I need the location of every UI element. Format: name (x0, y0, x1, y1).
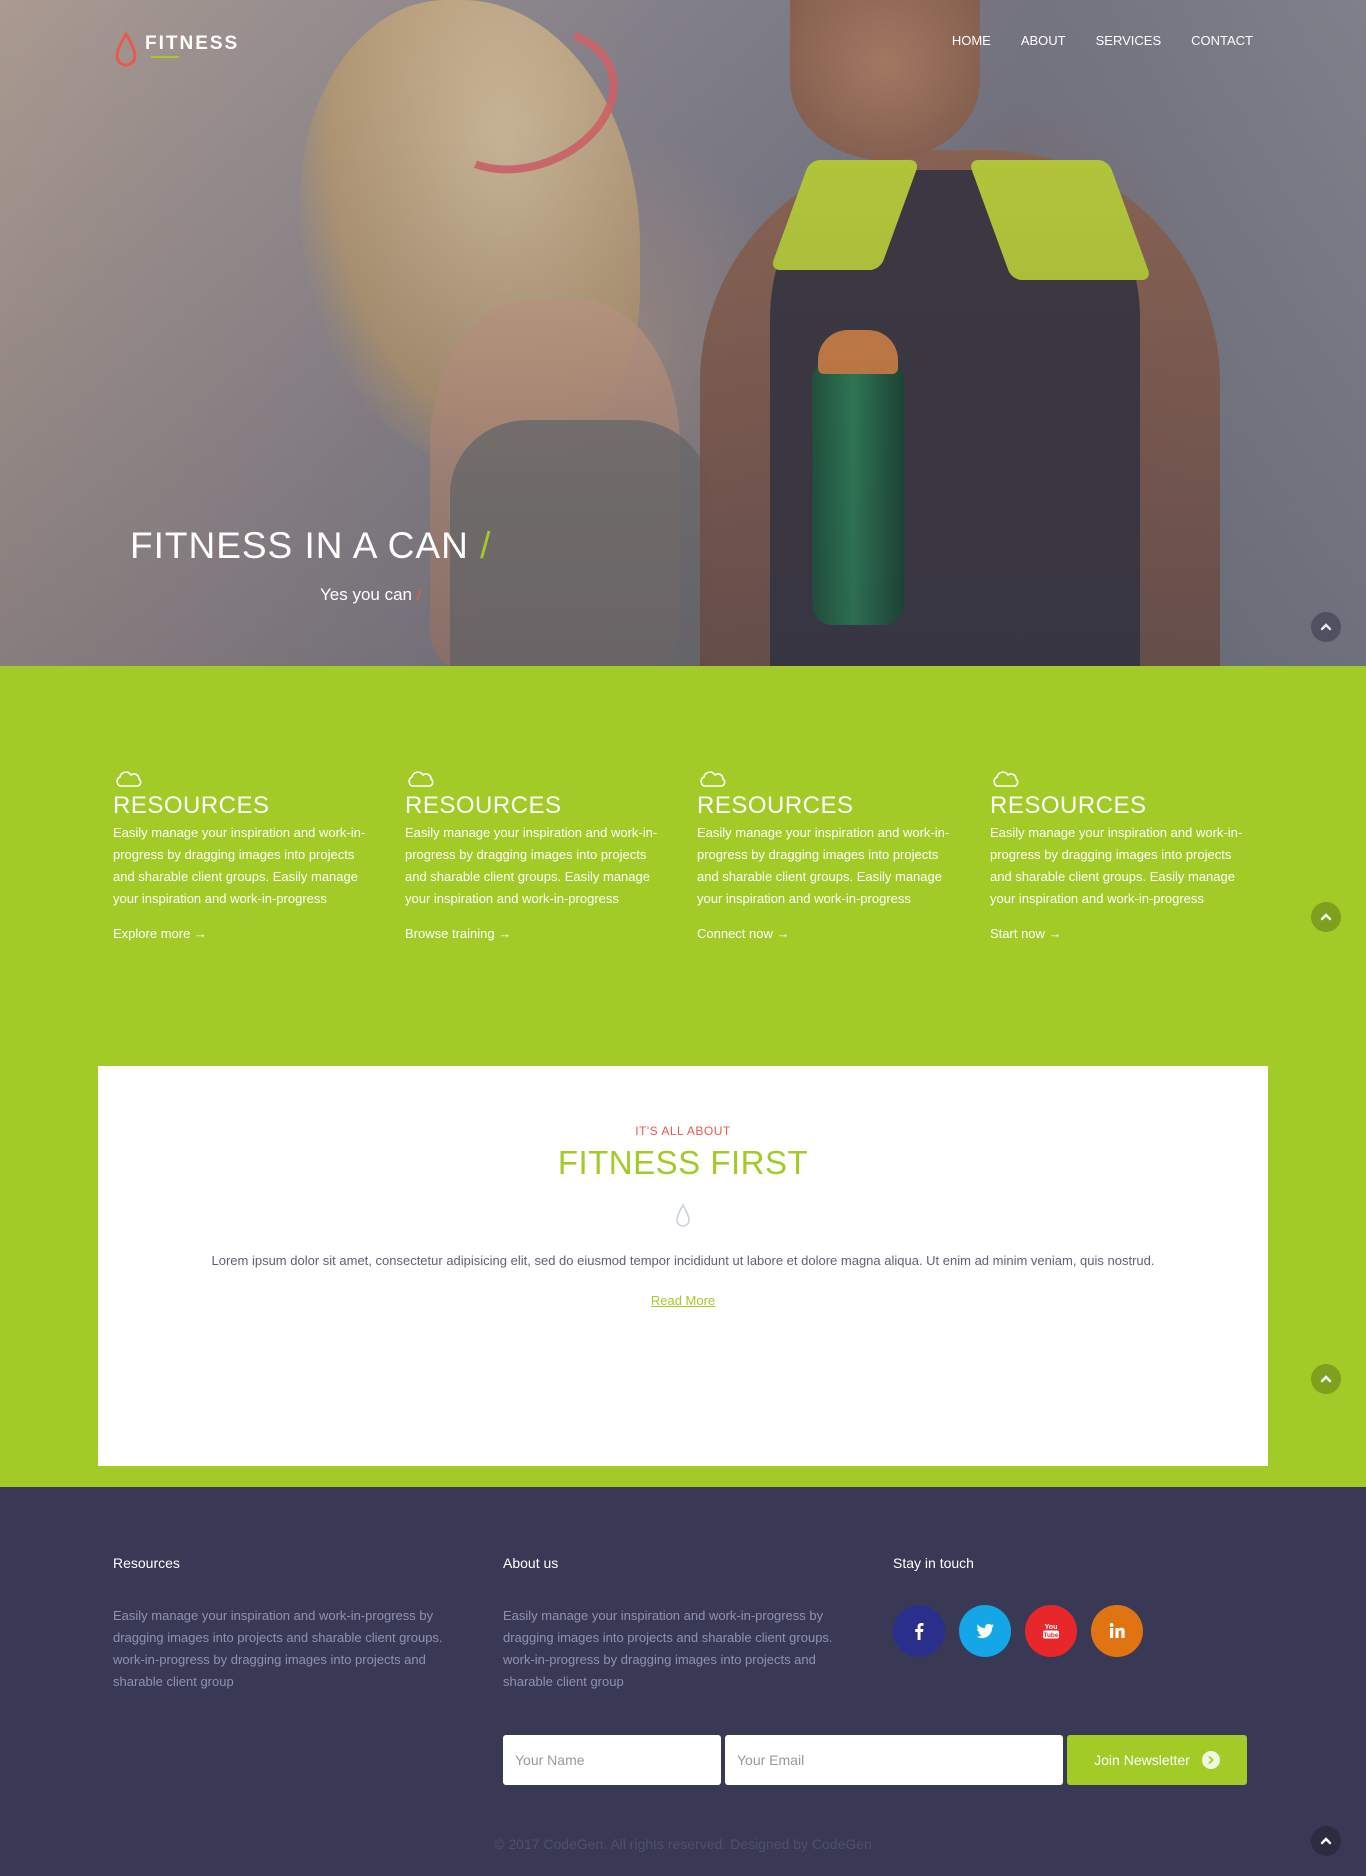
join-newsletter-label: Join Newsletter (1094, 1752, 1190, 1768)
cloud-icon (408, 771, 434, 787)
facebook-button[interactable] (893, 1605, 945, 1657)
social-links: You Tube (893, 1605, 1233, 1657)
feature-link-browse[interactable]: Browse training → (405, 926, 670, 941)
hero-title-text: FITNESS IN A CAN (130, 525, 469, 566)
feature-card: RESOURCES Easily manage your inspiration… (405, 770, 670, 941)
nav-about[interactable]: ABOUT (1021, 33, 1066, 48)
drop-icon (676, 1203, 690, 1227)
twitter-icon (976, 1623, 994, 1639)
hero-title: FITNESS IN A CAN / (130, 525, 491, 567)
feature-link-connect[interactable]: Connect now → (697, 926, 962, 941)
feature-title: RESOURCES (697, 792, 854, 819)
nav-contact[interactable]: CONTACT (1191, 33, 1253, 48)
feature-card: RESOURCES Easily manage your inspiration… (990, 770, 1255, 941)
youtube-icon: YouTube (1043, 1624, 1059, 1639)
nav-home[interactable]: HOME (952, 33, 991, 48)
hero-subtitle-text: Yes you can (320, 585, 412, 604)
footer-resources: Resources Easily manage your inspiration… (113, 1555, 453, 1693)
footer-social-heading: Stay in touch (893, 1555, 974, 1571)
about-text: Lorem ipsum dolor sit amet, consectetur … (211, 1253, 1155, 1268)
email-input[interactable] (725, 1735, 1063, 1785)
arrow-right-icon (1201, 1751, 1220, 1769)
facebook-icon (915, 1623, 924, 1640)
footer-about-text: Easily manage your inspiration and work-… (503, 1608, 833, 1689)
feature-title: RESOURCES (113, 792, 270, 819)
hero-subtitle-slash: / (416, 585, 422, 604)
footer-social: Stay in touch You Tube (893, 1555, 1233, 1657)
join-newsletter-button[interactable]: Join Newsletter (1067, 1735, 1247, 1785)
footer-about-heading: About us (503, 1555, 559, 1571)
hero-section: FITNESS HOME ABOUT SERVICES CONTACT FITN… (0, 0, 1366, 666)
feature-text: Easily manage your inspiration and work-… (697, 825, 950, 906)
cloud-icon (993, 771, 1019, 787)
logo[interactable]: FITNESS (113, 30, 239, 70)
name-input[interactable] (503, 1735, 721, 1785)
about-link-wrap: Read More (98, 1292, 1268, 1310)
feature-title: RESOURCES (990, 792, 1147, 819)
footer-resources-text: Easily manage your inspiration and work-… (113, 1608, 443, 1689)
linkedin-icon (1109, 1623, 1125, 1638)
chevron-up-icon (1320, 913, 1332, 921)
hero-title-slash: / (480, 525, 492, 566)
chevron-up-icon (1320, 1837, 1332, 1845)
feature-text: Easily manage your inspiration and work-… (990, 825, 1243, 906)
feature-text: Easily manage your inspiration and work-… (405, 825, 658, 906)
scroll-up-button[interactable] (1311, 902, 1341, 932)
scroll-up-button[interactable] (1311, 1364, 1341, 1394)
chevron-up-icon (1320, 623, 1332, 631)
hero-subtitle: Yes you can / (320, 585, 421, 605)
main-nav: HOME ABOUT SERVICES CONTACT (952, 33, 1253, 48)
read-more-link[interactable]: Read More (651, 1293, 715, 1308)
scroll-up-button[interactable] (1311, 1826, 1341, 1856)
newsletter-form: Join Newsletter (503, 1735, 1247, 1785)
linkedin-button[interactable] (1091, 1605, 1143, 1657)
features-section: RESOURCES Easily manage your inspiration… (0, 666, 1366, 1066)
twitter-button[interactable] (959, 1605, 1011, 1657)
svg-text:Tube: Tube (1043, 1632, 1058, 1639)
feature-link-explore[interactable]: Explore more → (113, 926, 378, 941)
cloud-icon (116, 771, 142, 787)
youtube-button[interactable]: You Tube (1025, 1605, 1077, 1657)
feature-card: RESOURCES Easily manage your inspiration… (113, 770, 378, 941)
svg-text:You: You (1045, 1624, 1058, 1631)
nav-services[interactable]: SERVICES (1096, 33, 1162, 48)
scroll-up-button[interactable] (1311, 612, 1341, 642)
chevron-up-icon (1320, 1375, 1332, 1383)
feature-text: Easily manage your inspiration and work-… (113, 825, 366, 906)
feature-title: RESOURCES (405, 792, 562, 819)
about-title: FITNESS FIRST (557, 1144, 809, 1181)
feature-link-start[interactable]: Start now → (990, 926, 1255, 941)
logo-text: FITNESS (145, 33, 240, 54)
footer-resources-heading: Resources (113, 1555, 180, 1571)
copyright: © 2017 CodeGen. All rights reserved. Des… (494, 1836, 872, 1852)
feature-card: RESOURCES Easily manage your inspiration… (697, 770, 962, 941)
drop-icon (115, 31, 137, 67)
footer: Resources Easily manage your inspiration… (0, 1487, 1366, 1876)
about-kicker: IT'S ALL ABOUT (635, 1124, 731, 1138)
about-section: IT'S ALL ABOUT FITNESS FIRST Lorem ipsum… (98, 1066, 1268, 1466)
cloud-icon (700, 771, 726, 787)
footer-about: About us Easily manage your inspiration … (503, 1555, 843, 1693)
logo-underline (151, 56, 179, 58)
